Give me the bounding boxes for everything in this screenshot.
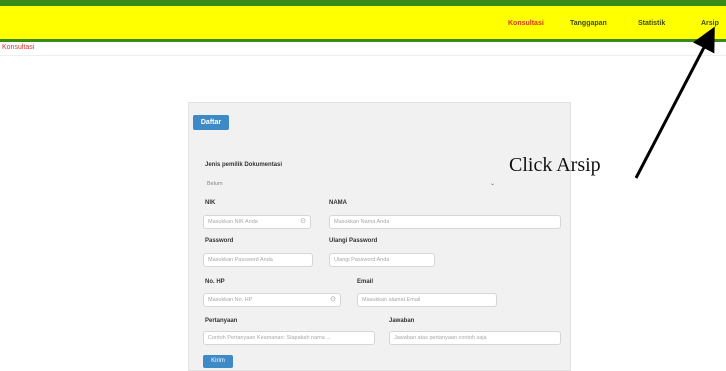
nama-label: NAMA [329,200,347,206]
email-input[interactable]: Masukkan alamat Email [357,293,497,307]
pertanyaan-label: Pertanyaan [205,318,238,324]
ulangi-password-label: Ulangi Password [329,238,378,244]
nav-tanggapan[interactable]: Tanggapan [570,20,607,27]
hp-label: No. HP [205,279,225,285]
registration-form-panel: Daftar Jenis pemilik Dokumentasi Belum ⌄… [188,102,571,371]
eye-icon[interactable]: ⊙ [329,296,337,304]
arrow-line [634,26,715,179]
password-label: Password [205,238,234,244]
divider [0,55,726,56]
eye-icon[interactable]: ⊙ [299,218,307,226]
breadcrumb: Konsultasi [2,44,35,51]
top-navigation-bar: Konsultasi Tanggapan Statistik Arsip [0,0,726,42]
nav-arsip[interactable]: Arsip [701,20,719,27]
nav-konsultasi[interactable]: Konsultasi [508,20,544,27]
nik-input[interactable]: Masukkan NIK Anda [203,215,311,229]
nik-label: NIK [205,200,216,206]
submit-button[interactable]: Kirim [203,355,233,368]
ulangi-password-input[interactable]: Ulangi Password Anda [329,253,435,267]
chevron-down-icon: ⌄ [489,181,495,187]
jawaban-label: Jawaban [389,318,415,324]
pertanyaan-input[interactable]: Contoh Pertanyaan Keamanan: Siapakah nam… [203,331,375,345]
annotation-text: Click Arsip [509,154,601,176]
hp-input[interactable]: Masukkan No. HP [203,293,341,307]
jawaban-input[interactable]: Jawaban atas pertanyaan contoh saja [389,331,561,345]
tab-daftar[interactable]: Daftar [193,115,229,130]
jenis-select-value: Belum [207,181,223,187]
nama-input[interactable]: Masukkan Nama Anda [329,215,561,229]
jenis-select[interactable]: Belum ⌄ [203,178,499,192]
jenis-label: Jenis pemilik Dokumentasi [205,162,283,168]
email-label: Email [357,279,374,285]
password-input[interactable]: Masukkan Password Anda [203,253,313,267]
nav-statistik[interactable]: Statistik [638,20,665,27]
